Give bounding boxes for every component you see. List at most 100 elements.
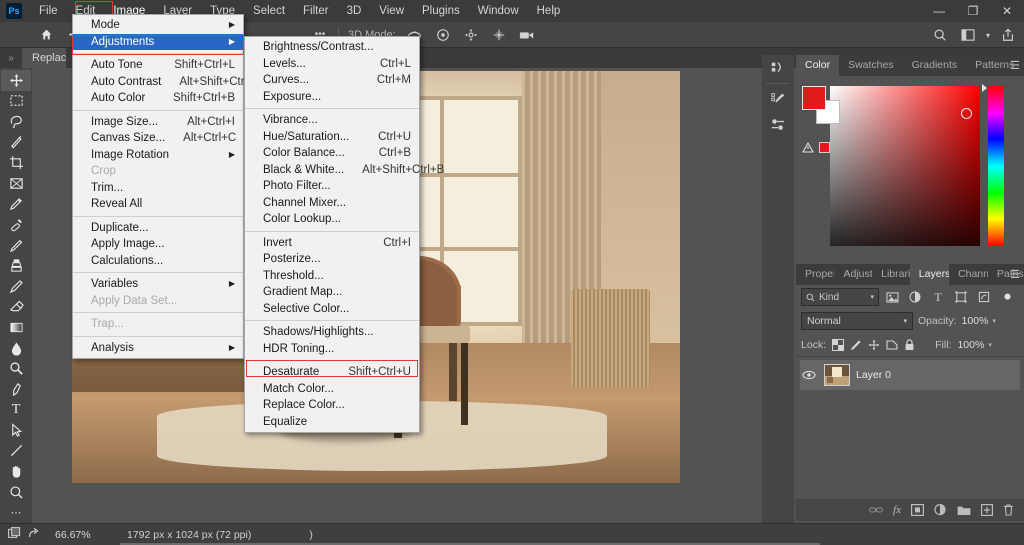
menu-item-color-lookup[interactable]: Color Lookup... <box>245 211 419 228</box>
menu-item-auto-tone[interactable]: Auto Tone Shift+Ctrl+L <box>73 57 243 74</box>
adjustments-submenu[interactable]: Brightness/Contrast... Levels... Ctrl+L C… <box>244 36 444 433</box>
rectangular-marquee-tool[interactable] <box>1 91 31 112</box>
new-adjustment-layer-icon[interactable] <box>934 504 947 516</box>
menu-item-match-color[interactable]: Match Color... <box>245 381 419 398</box>
menu-window[interactable]: Window <box>469 0 528 22</box>
menu-item-levels[interactable]: Levels... Ctrl+L <box>245 56 419 73</box>
menu-item-apply-image[interactable]: Apply Image... <box>73 236 243 253</box>
menu-item-exposure[interactable]: Exposure... <box>245 89 419 106</box>
color-panel-menu-icon[interactable]: ☰ <box>1010 55 1020 76</box>
blur-tool[interactable] <box>1 338 31 359</box>
menu-item-posterize[interactable]: Posterize... <box>245 251 419 268</box>
menu-item-image-size[interactable]: Image Size... Alt+Ctrl+I <box>73 114 243 131</box>
properties-icon[interactable] <box>762 112 794 138</box>
crop-tool[interactable] <box>1 152 31 173</box>
menu-item-calculations[interactable]: Calculations... <box>73 253 243 270</box>
image-dropdown-menu[interactable]: Mode ▶ Adjustments ▶ Auto Tone Shift+Ctrl+L… <box>72 14 260 359</box>
menu-item-hdr-toning[interactable]: HDR Toning... <box>245 341 419 358</box>
new-layer-icon[interactable] <box>981 504 993 516</box>
type-filter-icon[interactable]: T <box>928 288 948 306</box>
eraser-tool[interactable] <box>1 297 31 318</box>
adjustments-icon[interactable] <box>762 86 794 112</box>
type-tool[interactable]: T <box>1 400 31 421</box>
menu-item-selective-color[interactable]: Selective Color... <box>245 301 419 318</box>
menu-item-desaturate[interactable]: Desaturate Shift+Ctrl+U <box>245 364 419 381</box>
pan-3d-icon[interactable] <box>457 23 485 47</box>
blend-mode-select[interactable]: Normal ▾ <box>801 312 913 330</box>
menu-item-vibrance[interactable]: Vibrance... <box>245 112 419 129</box>
menu-filter[interactable]: Filter <box>294 0 338 22</box>
menu-item-duplicate[interactable]: Duplicate... <box>73 220 243 237</box>
new-group-icon[interactable] <box>957 505 971 516</box>
menu-item-analysis[interactable]: Analysis ▶ <box>73 340 243 357</box>
menu-3d[interactable]: 3D <box>338 0 371 22</box>
menu-file[interactable]: File <box>30 0 67 22</box>
tab-adjustments[interactable]: Adjust <box>834 264 872 285</box>
menu-item-invert[interactable]: Invert Ctrl+I <box>245 235 419 252</box>
menu-item-photo-filter[interactable]: Photo Filter... <box>245 178 419 195</box>
tab-channels[interactable]: Chann <box>949 264 988 285</box>
layer-thumbnail[interactable] <box>824 364 850 386</box>
lock-image-icon[interactable] <box>850 339 862 351</box>
move-tool[interactable] <box>1 70 31 91</box>
layer-row[interactable]: Layer 0 <box>800 360 1020 390</box>
document-info[interactable]: 1792 px x 1024 px (72 ppi) <box>127 529 251 541</box>
filter-toggle-icon[interactable] <box>997 288 1017 306</box>
healing-brush-tool[interactable] <box>1 214 31 235</box>
preset-icon[interactable] <box>8 526 21 544</box>
out-of-gamut-swatch[interactable] <box>819 142 830 153</box>
menu-item-auto-contrast[interactable]: Auto Contrast Alt+Shift+Ctrl+L <box>73 74 260 91</box>
layer-kind-select[interactable]: Kind ▾ <box>801 288 879 306</box>
menu-item-auto-color[interactable]: Auto Color Shift+Ctrl+B <box>73 90 243 107</box>
collapse-panel-icon[interactable]: » <box>0 53 22 64</box>
tab-properties[interactable]: Propei <box>796 264 834 285</box>
object-selection-tool[interactable] <box>1 132 31 153</box>
menu-item-gradient-map[interactable]: Gradient Map... <box>245 284 419 301</box>
tab-color[interactable]: Color <box>796 55 840 76</box>
search-icon[interactable] <box>926 23 954 47</box>
menu-help[interactable]: Help <box>528 0 570 22</box>
lock-transparency-icon[interactable] <box>832 338 845 351</box>
hue-slider[interactable] <box>988 86 1004 246</box>
hand-tool[interactable] <box>1 461 31 482</box>
shape-filter-icon[interactable] <box>951 288 971 306</box>
adjustment-filter-icon[interactable] <box>905 288 925 306</box>
share-icon[interactable] <box>994 23 1022 47</box>
tab-swatches[interactable]: Swatches <box>839 55 903 76</box>
menu-item-shadows-highlights[interactable]: Shadows/Highlights... <box>245 324 419 341</box>
camera-3d-icon[interactable] <box>513 23 541 47</box>
edit-toolbar-tool[interactable]: ⋯ <box>1 502 31 523</box>
clone-stamp-tool[interactable] <box>1 255 31 276</box>
menu-view[interactable]: View <box>370 0 413 22</box>
share-icon[interactable] <box>28 526 41 544</box>
link-layers-icon[interactable] <box>869 505 883 515</box>
opacity-field[interactable]: 100% ▾ <box>962 315 996 327</box>
menu-item-threshold[interactable]: Threshold... <box>245 268 419 285</box>
zoom-level[interactable]: 66.67% <box>49 529 127 541</box>
smart-object-filter-icon[interactable] <box>974 288 994 306</box>
minimize-icon[interactable]: — <box>922 0 956 22</box>
menu-select[interactable]: Select <box>244 0 294 22</box>
restore-icon[interactable]: ❐ <box>956 0 990 22</box>
menu-item-channel-mixer[interactable]: Channel Mixer... <box>245 195 419 212</box>
menu-item-brightness-contrast[interactable]: Brightness/Contrast... <box>245 39 419 56</box>
layer-list[interactable]: Layer 0 <box>796 357 1024 457</box>
delete-layer-icon[interactable] <box>1003 504 1014 516</box>
layers-panel-menu-icon[interactable]: ☰ <box>1010 264 1020 285</box>
layer-style-fx-icon[interactable]: fx <box>893 504 901 516</box>
lock-all-icon[interactable] <box>904 338 915 351</box>
menu-item-black-and-white[interactable]: Black & White... Alt+Shift+Ctrl+B <box>245 162 444 179</box>
eyedropper-tool[interactable] <box>1 194 31 215</box>
document-tab[interactable]: Replace <box>22 48 66 68</box>
frame-tool[interactable] <box>1 173 31 194</box>
roll-3d-icon[interactable] <box>429 23 457 47</box>
zoom-tool[interactable] <box>1 482 31 503</box>
menu-plugins[interactable]: Plugins <box>413 0 469 22</box>
fill-field[interactable]: 100% ▾ <box>957 339 991 351</box>
lock-position-icon[interactable] <box>868 339 880 351</box>
layer-visibility-icon[interactable] <box>800 370 818 380</box>
menu-item-color-balance[interactable]: Color Balance... Ctrl+B <box>245 145 419 162</box>
brush-tool[interactable] <box>1 235 31 256</box>
menu-item-curves[interactable]: Curves... Ctrl+M <box>245 72 419 89</box>
workspace-icon[interactable] <box>954 23 982 47</box>
